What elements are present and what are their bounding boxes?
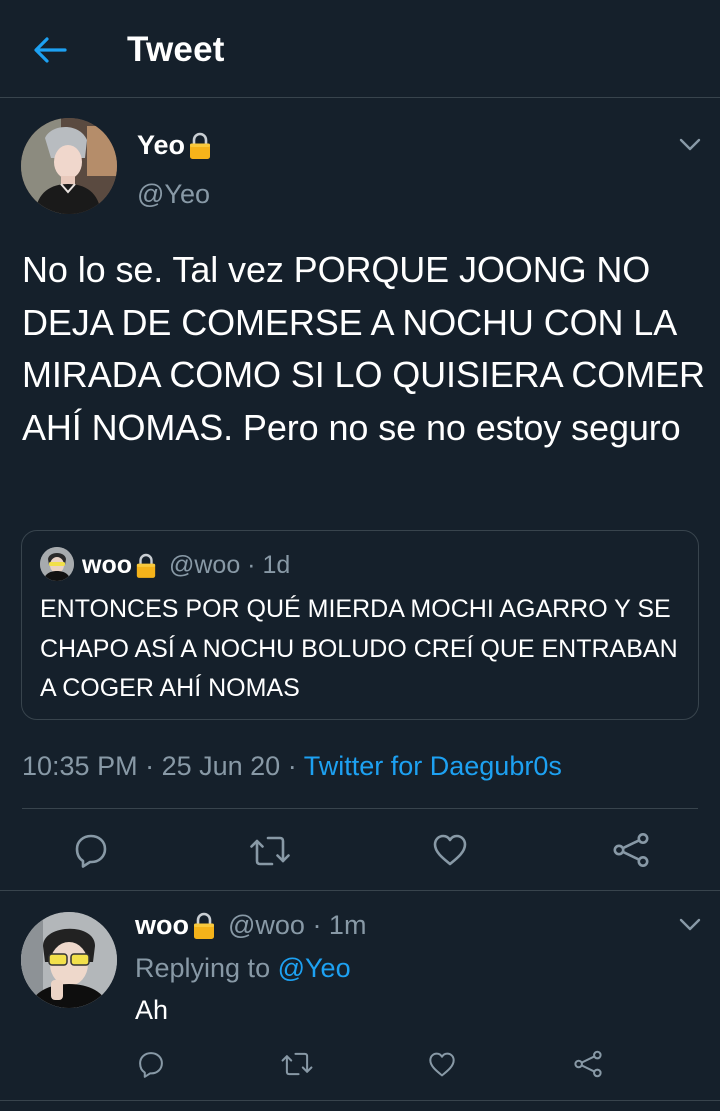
quoted-author-meta: @woo · 1d bbox=[169, 551, 291, 579]
like-icon[interactable] bbox=[432, 833, 468, 867]
divider bbox=[22, 808, 698, 809]
lock-icon bbox=[135, 552, 157, 580]
reply-author-name[interactable]: woo bbox=[135, 910, 189, 941]
separator-dot: · bbox=[287, 751, 304, 781]
replying-to: Replying to @Yeo bbox=[135, 953, 351, 984]
page-title: Tweet bbox=[127, 30, 225, 69]
share-icon[interactable] bbox=[612, 832, 650, 868]
replying-to-mention[interactable]: @Yeo bbox=[278, 953, 351, 983]
quoted-author-row: woo @woo · 1d bbox=[82, 551, 290, 580]
top-bar: Tweet bbox=[0, 0, 720, 98]
lock-icon bbox=[188, 131, 212, 161]
retweet-icon[interactable] bbox=[250, 833, 290, 869]
tweet-time: 10:35 PM bbox=[22, 751, 138, 781]
divider bbox=[0, 890, 720, 891]
author-avatar[interactable] bbox=[21, 118, 117, 214]
quoted-author-avatar bbox=[40, 547, 74, 581]
reply-author-row: woo @woo · 1m bbox=[135, 910, 366, 941]
reply-icon[interactable] bbox=[137, 1050, 165, 1078]
tweet-date: 25 Jun 20 bbox=[161, 751, 281, 781]
chevron-down-icon[interactable] bbox=[679, 918, 701, 932]
tweet-timestamp: 10:35 PM · 25 Jun 20 · Twitter for Daegu… bbox=[22, 751, 562, 782]
reply-author-avatar[interactable] bbox=[21, 912, 117, 1008]
quoted-tweet-text: ENTONCES POR QUÉ MIERDA MOCHI AGARRO Y S… bbox=[40, 595, 678, 702]
separator-dot: · bbox=[145, 751, 162, 781]
lock-icon bbox=[192, 911, 216, 941]
reply-author-meta: @woo · 1m bbox=[228, 910, 367, 940]
quoted-author-name: woo bbox=[82, 551, 132, 579]
retweet-icon[interactable] bbox=[281, 1050, 313, 1078]
replying-to-label: Replying to bbox=[135, 953, 271, 983]
back-arrow-icon[interactable] bbox=[32, 34, 68, 66]
like-icon[interactable] bbox=[428, 1051, 456, 1078]
tweet-source-link[interactable]: Twitter for Daegubr0s bbox=[304, 751, 562, 781]
reply-text: Ah bbox=[135, 995, 169, 1025]
divider bbox=[0, 1100, 720, 1101]
chevron-down-icon[interactable] bbox=[679, 138, 701, 152]
author-name[interactable]: Yeo bbox=[137, 130, 185, 161]
share-icon[interactable] bbox=[573, 1050, 603, 1078]
reply-icon[interactable] bbox=[73, 832, 109, 868]
author-handle[interactable]: @Yeo bbox=[137, 179, 210, 210]
tweet-text: No lo se. Tal vez PORQUE JOONG NO DEJA D… bbox=[22, 249, 705, 448]
author-name-row: Yeo bbox=[137, 130, 212, 161]
